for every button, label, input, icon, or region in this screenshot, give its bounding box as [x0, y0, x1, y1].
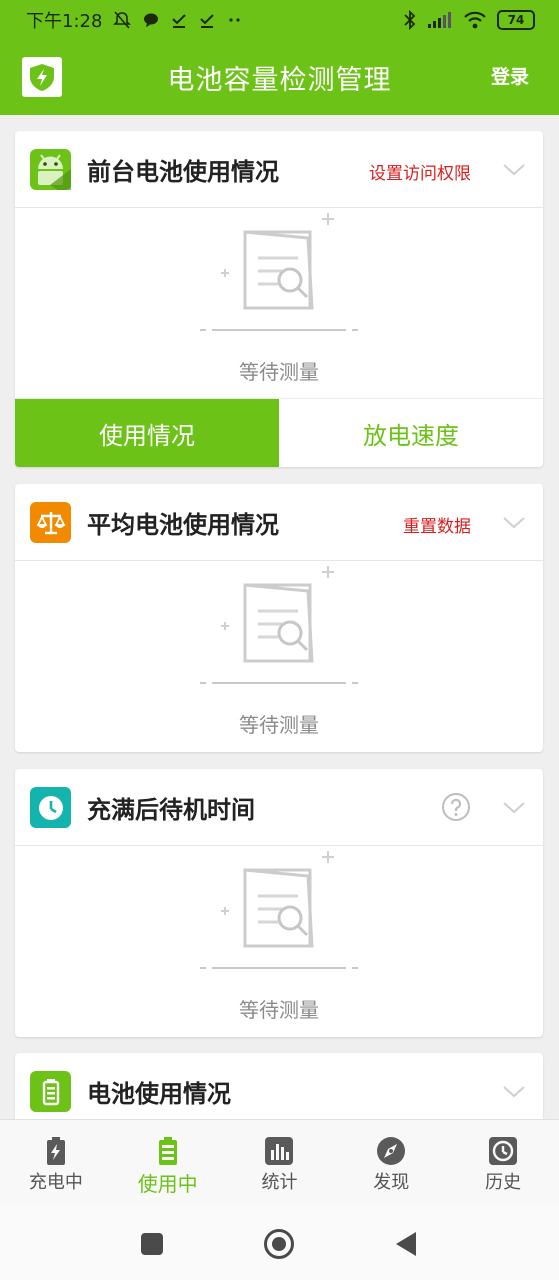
signal-icon [428, 12, 451, 28]
download-done-icon-2 [200, 14, 215, 28]
mute-icon [113, 11, 132, 29]
nav-label: 发现 [373, 1172, 410, 1193]
waiting-measurement-text: 等待测量 [239, 998, 319, 1022]
card-header[interactable]: 电池使用情况 [15, 1053, 543, 1129]
empty-state: 等待测量 [15, 561, 543, 751]
card-title: 前台电池使用情况 [87, 158, 279, 186]
clock-icon [489, 1137, 518, 1165]
wifi-icon [464, 11, 486, 29]
card-title: 充满后待机时间 [87, 796, 255, 824]
usage-tabs: 使用情况 放电速度 [15, 398, 543, 467]
chevron-down-icon[interactable] [501, 794, 527, 820]
tab-usage[interactable]: 使用情况 [15, 399, 279, 467]
reset-data-link[interactable]: 重置数据 [403, 512, 471, 537]
chat-icon [144, 13, 159, 27]
nav-history[interactable]: 历史 [447, 1120, 559, 1206]
app-bar: 电池容量检测管理 登录 [0, 40, 559, 115]
bar-chart-icon [265, 1137, 294, 1165]
nav-label: 统计 [261, 1172, 298, 1193]
back-icon[interactable] [394, 1231, 418, 1257]
card-title: 平均电池使用情况 [87, 511, 279, 539]
nav-statistics[interactable]: 统计 [224, 1120, 336, 1206]
home-icon[interactable] [263, 1228, 295, 1260]
chevron-down-icon[interactable] [501, 156, 527, 182]
battery-charging-icon [46, 1137, 65, 1165]
nav-in-use[interactable]: 使用中 [112, 1120, 224, 1206]
nav-label: 充电中 [28, 1172, 83, 1193]
android-icon [30, 149, 71, 190]
set-access-permission-link[interactable]: 设置访问权限 [369, 159, 471, 184]
help-icon[interactable] [441, 792, 471, 822]
foreground-battery-card: 前台电池使用情况 设置访问权限 等待测量 使用情况 放电速度 [15, 131, 543, 467]
battery-icon [158, 1137, 177, 1165]
status-bar: 下午1:28 74 [0, 0, 559, 40]
bottom-navigation: 充电中 使用中 统计 发现 历史 [0, 1119, 559, 1206]
status-time: 下午1:28 [26, 11, 103, 32]
waiting-measurement-text: 等待测量 [239, 713, 319, 737]
empty-state: 等待测量 [15, 846, 543, 1036]
balance-scale-icon [30, 502, 71, 543]
clock-icon [30, 787, 71, 828]
nav-charging[interactable]: 充电中 [0, 1120, 112, 1206]
download-done-icon [172, 14, 187, 28]
standby-time-card: 充满后待机时间 等待测量 [15, 769, 543, 1037]
compass-icon [377, 1137, 406, 1165]
nav-label: 使用中 [137, 1172, 198, 1196]
login-button[interactable]: 登录 [491, 62, 529, 89]
battery-indicator: 74 [497, 10, 535, 30]
card-title: 电池使用情况 [87, 1080, 231, 1108]
system-navigation-bar [0, 1205, 559, 1280]
document-search-icon [200, 851, 358, 969]
app-title: 电池容量检测管理 [167, 65, 392, 96]
bluetooth-icon [404, 10, 416, 30]
recents-icon[interactable] [140, 1232, 164, 1256]
chevron-down-icon[interactable] [501, 1078, 527, 1104]
nav-label: 历史 [485, 1172, 522, 1193]
average-battery-card: 平均电池使用情况 重置数据 等待测量 [15, 484, 543, 752]
document-search-icon [200, 566, 358, 684]
more-notifications-icon [229, 18, 241, 22]
tab-discharge-speed[interactable]: 放电速度 [279, 399, 543, 467]
nav-discover[interactable]: 发现 [335, 1120, 447, 1206]
chevron-down-icon[interactable] [501, 509, 527, 535]
card-header[interactable]: 前台电池使用情况 设置访问权限 [15, 131, 543, 208]
empty-state: 等待测量 [15, 208, 543, 398]
document-search-icon [200, 213, 358, 331]
card-header[interactable]: 平均电池使用情况 重置数据 [15, 484, 543, 561]
battery-icon [30, 1071, 71, 1112]
card-header[interactable]: 充满后待机时间 [15, 769, 543, 846]
waiting-measurement-text: 等待测量 [239, 360, 319, 384]
